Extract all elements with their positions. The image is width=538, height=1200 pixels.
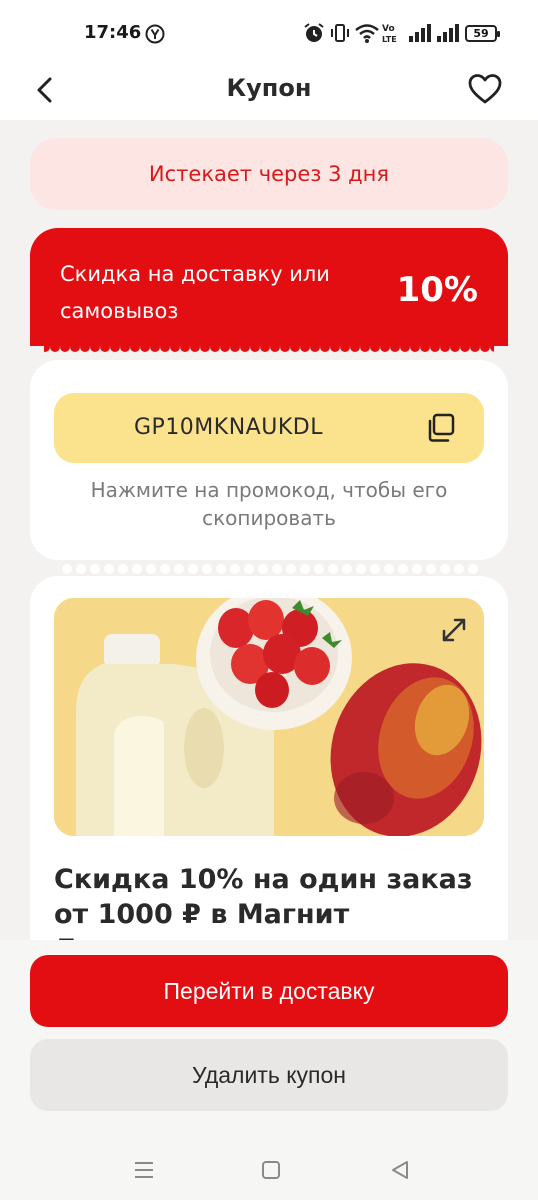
- home-icon[interactable]: [257, 1156, 285, 1184]
- products-illustration: [54, 598, 484, 836]
- volte-icon: Vo LTE: [382, 24, 397, 44]
- status-bar: 17:46 Vo LTE 59: [0, 0, 538, 66]
- page-title: Купон: [226, 74, 312, 102]
- battery-icon: 59: [465, 25, 500, 42]
- yandex-icon: [145, 24, 165, 44]
- signal-icon: [409, 24, 431, 42]
- expiry-banner: Истекает через 3 дня: [30, 138, 508, 210]
- promo-card: GP10MKNAUKDL Нажмите на промокод, чтобы …: [30, 360, 508, 560]
- delete-coupon-button[interactable]: Удалить купон: [30, 1039, 508, 1111]
- svg-text:LTE: LTE: [382, 35, 397, 44]
- app-header: Купон: [0, 60, 538, 120]
- perforation-divider: [60, 562, 480, 576]
- wifi-icon: [355, 24, 379, 43]
- discount-header: Скидка на доставку или самовывоз 10%: [30, 228, 508, 352]
- go-to-delivery-button[interactable]: Перейти в доставку: [30, 955, 508, 1027]
- promo-hint: Нажмите на промокод, чтобы его скопирова…: [90, 478, 448, 530]
- heart-icon[interactable]: [466, 70, 504, 108]
- expand-icon[interactable]: [438, 614, 470, 646]
- menu-icon[interactable]: [130, 1156, 158, 1184]
- back-icon[interactable]: [386, 1156, 414, 1184]
- promo-code-button[interactable]: GP10MKNAUKDL: [54, 393, 484, 463]
- coupon-scallop-edge: [30, 340, 508, 360]
- offer-card: Скидка 10% на один заказ от 1000 ₽ в Маг…: [30, 576, 508, 996]
- discount-label: Скидка на доставку или самовывоз: [60, 262, 330, 323]
- svg-text:Vo: Vo: [382, 24, 395, 34]
- signal-icon: [437, 24, 459, 42]
- offer-image[interactable]: [54, 598, 484, 836]
- vibrate-icon: [331, 24, 349, 42]
- system-nav-bar: [0, 1140, 538, 1200]
- promo-code-text: GP10MKNAUKDL: [134, 415, 323, 440]
- discount-value: 10%: [396, 270, 478, 310]
- copy-icon: [428, 413, 455, 442]
- alarm-icon: [304, 23, 324, 42]
- status-time: 17:46: [84, 22, 142, 43]
